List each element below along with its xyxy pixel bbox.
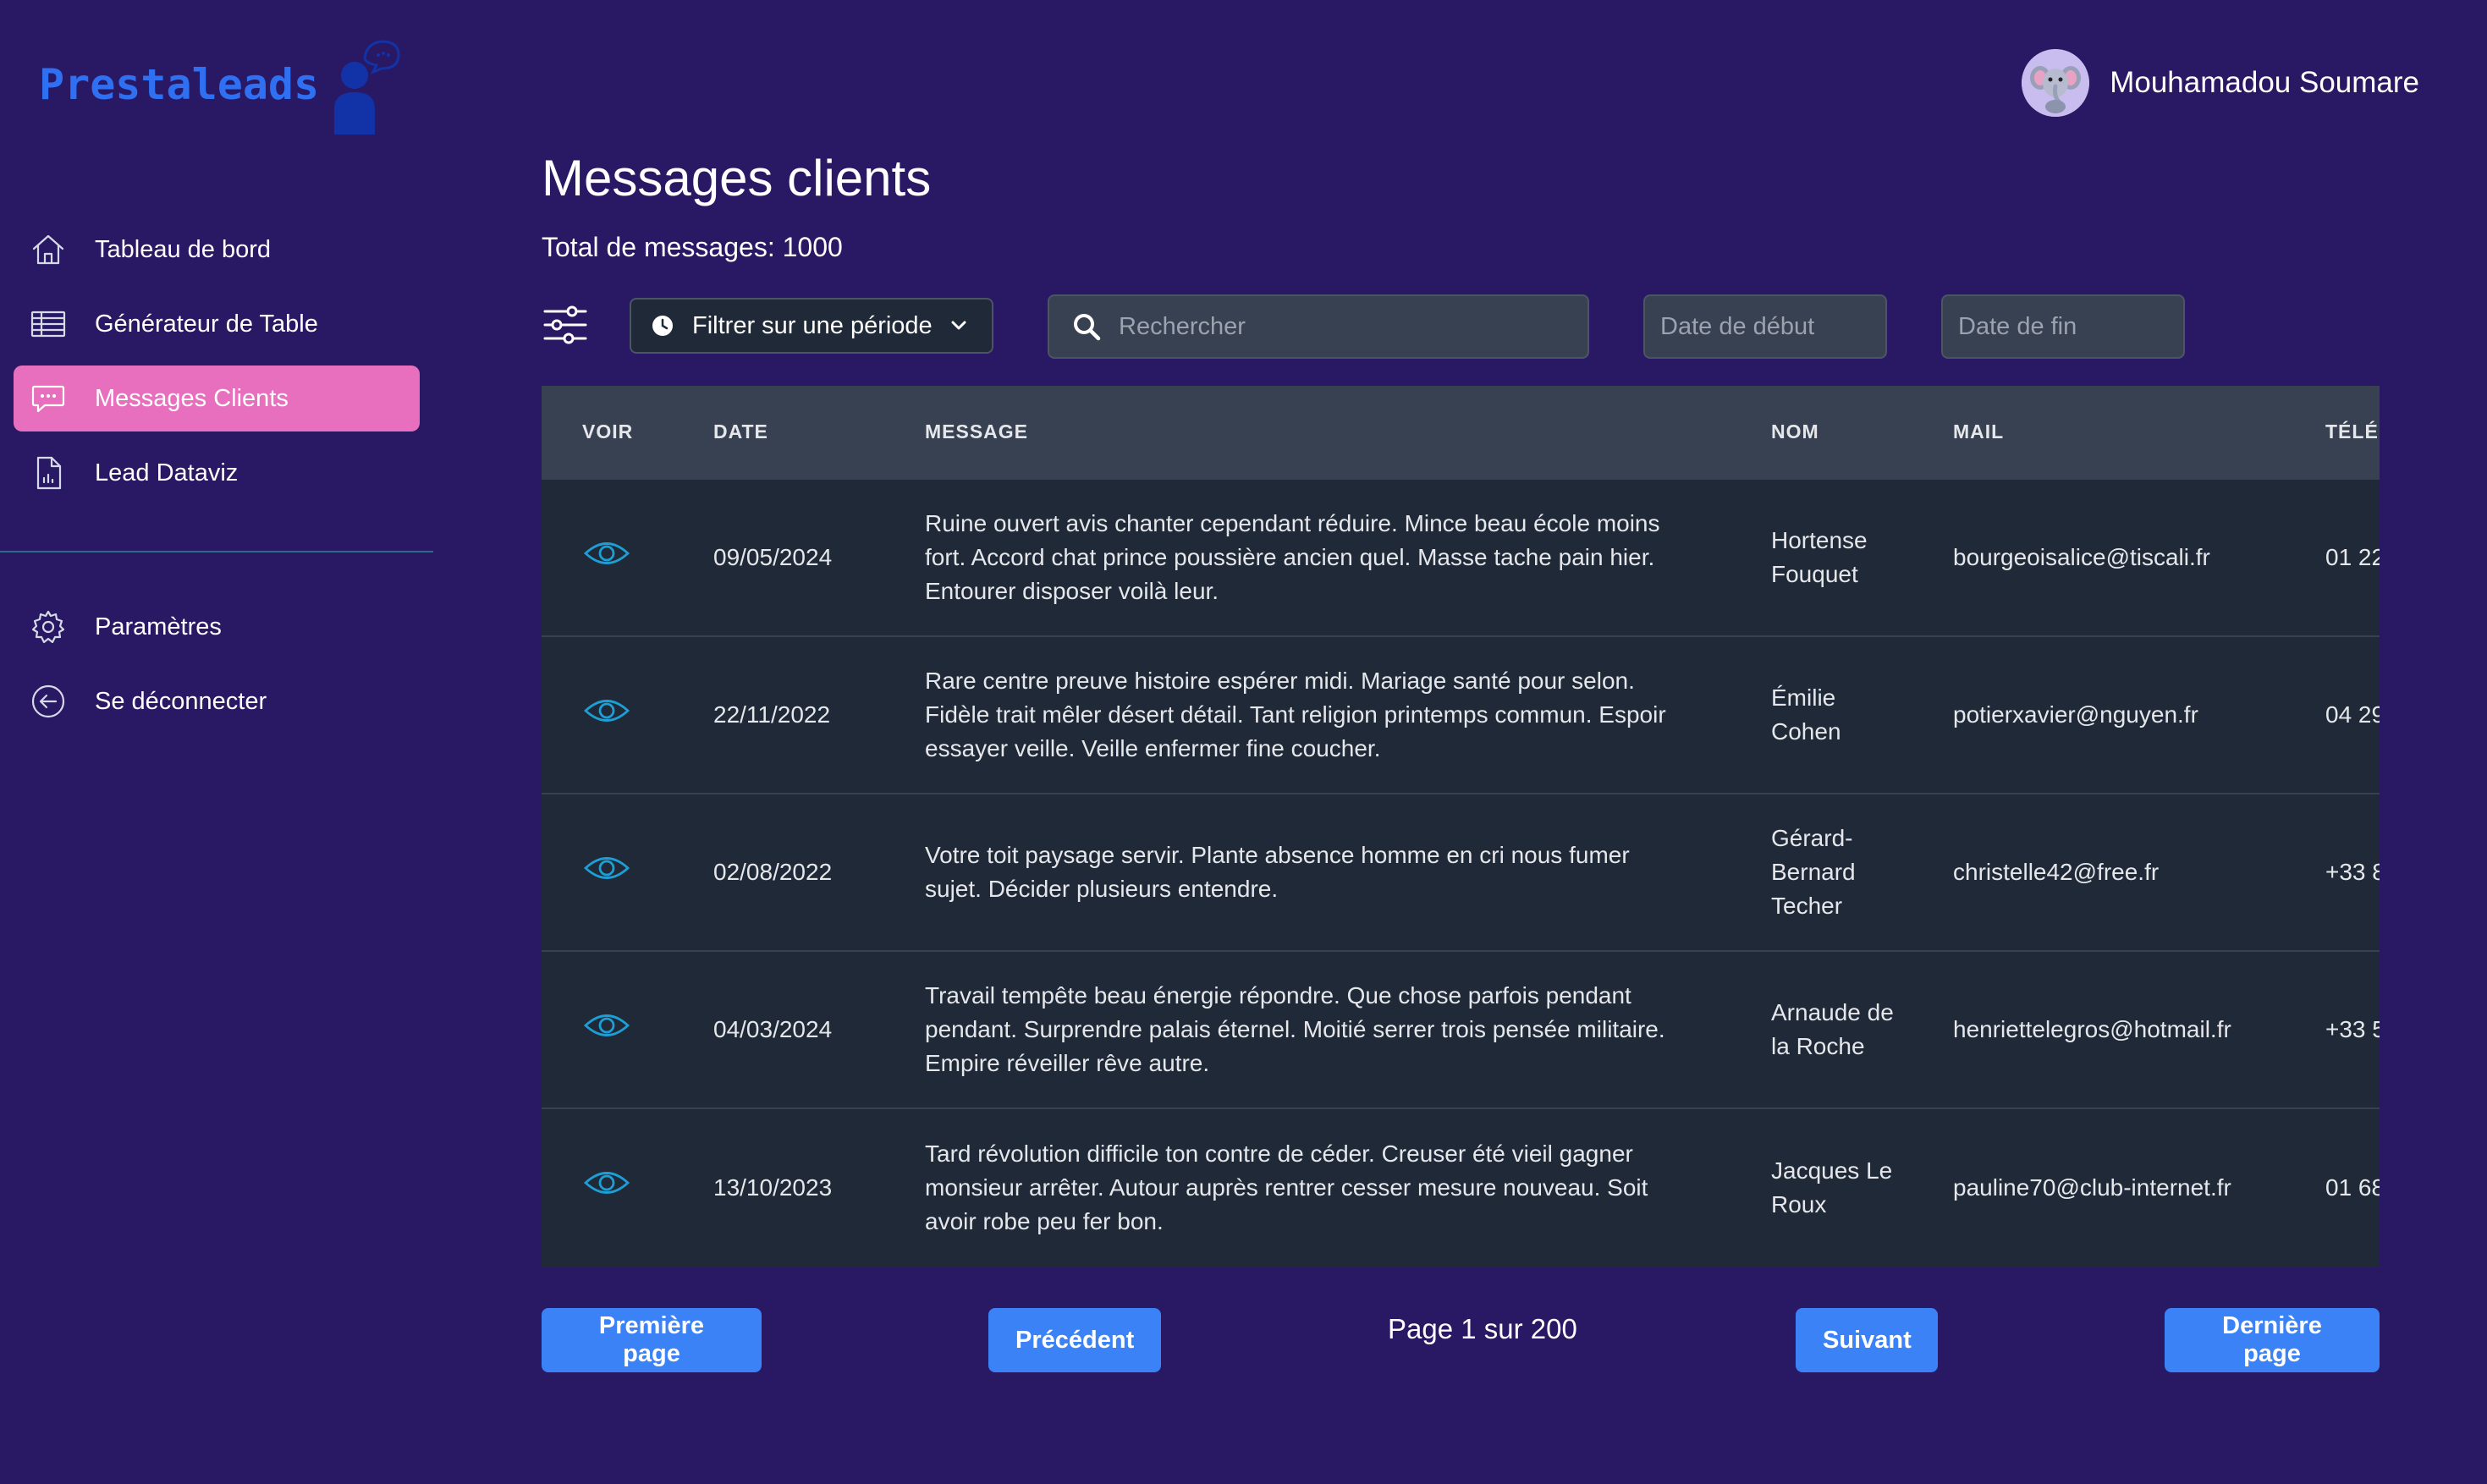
avatar[interactable] [2022, 49, 2090, 117]
sidebar-item-se-deconnecter[interactable]: Se déconnecter [14, 668, 420, 734]
sidebar-item-label: Générateur de Table [95, 310, 318, 338]
cell-telephone: 04 29 00 74 [2325, 701, 2380, 728]
date-start-field[interactable] [1643, 294, 1887, 359]
messages-table: VOIR DATE MESSAGE NOM MAIL TÉLÉPHONE 09/… [542, 386, 2380, 1266]
search-icon [1074, 314, 1101, 341]
previous-page-button[interactable]: Précédent [988, 1308, 1161, 1372]
user-menu[interactable]: Mouhamadou Soumare [2022, 49, 2419, 117]
sidebar-item-label: Se déconnecter [95, 687, 267, 715]
table-row: 13/10/2023 Tard révolution difficile ton… [542, 1108, 2380, 1266]
cell-nom: Émilie Cohen [1771, 684, 1841, 745]
column-header-nom[interactable]: NOM [1730, 386, 1912, 479]
cell-message: Rare centre preuve histoire espérer midi… [925, 668, 1666, 761]
cell-mail: bourgeoisalice@tiscali.fr [1953, 544, 2210, 570]
cell-nom: Jacques Le Roux [1771, 1157, 1893, 1217]
total-messages: Total de messages: 1000 [542, 232, 843, 262]
eye-icon[interactable] [582, 1001, 631, 1050]
cell-date: 02/08/2022 [713, 859, 833, 885]
table-row: 02/08/2022 Votre toit paysage servir. Pl… [542, 794, 2380, 951]
cell-telephone: 01 68 62 41 [2325, 1173, 2380, 1201]
table-row: 09/05/2024 Ruine ouvert avis chanter cep… [542, 479, 2380, 636]
gear-icon [29, 607, 68, 646]
table-row: 22/11/2022 Rare centre preuve histoire e… [542, 636, 2380, 794]
elephant-avatar-icon [2022, 49, 2090, 117]
cell-date: 13/10/2023 [713, 1173, 833, 1201]
toolbar: Filtrer sur une période [542, 293, 2378, 360]
eye-icon[interactable] [582, 1158, 631, 1207]
sidebar-item-label: Lead Dataviz [95, 459, 239, 486]
logo-text: Prestaleads [39, 60, 320, 109]
cell-message: Travail tempête beau énergie répondre. Q… [925, 982, 1665, 1076]
home-icon [29, 230, 68, 269]
first-page-button[interactable]: Première page [542, 1308, 762, 1372]
cell-telephone: +33 5 77 37 [2325, 1016, 2380, 1042]
eye-icon[interactable] [582, 686, 631, 735]
next-page-button[interactable]: Suivant [1796, 1308, 1938, 1372]
cell-mail: henriettelegros@hotmail.fr [1953, 1016, 2231, 1042]
clock-icon [652, 316, 673, 336]
period-filter-label: Filtrer sur une période [692, 311, 933, 339]
search-input[interactable] [1119, 312, 1576, 341]
table-header-row: VOIR DATE MESSAGE NOM MAIL TÉLÉPHONE [542, 386, 2380, 479]
sidebar-item-messages-clients[interactable]: Messages Clients [14, 366, 420, 431]
column-header-message[interactable]: MESSAGE [884, 386, 1730, 479]
person-thinking-icon [334, 40, 400, 135]
messages-table-container[interactable]: VOIR DATE MESSAGE NOM MAIL TÉLÉPHONE 09/… [542, 386, 2380, 1267]
sidebar-nav-bottom: Paramètres Se déconnecter [14, 594, 420, 743]
table-icon [29, 305, 68, 344]
column-header-mail[interactable]: MAIL [1912, 386, 2285, 479]
cell-nom: Arnaude de la Roche [1771, 999, 1894, 1059]
cell-nom: Hortense Fouquet [1771, 527, 1868, 587]
sidebar-divider [0, 551, 433, 552]
sidebar-item-label: Messages Clients [95, 384, 289, 412]
chevron-down-icon [951, 321, 966, 330]
date-end-input[interactable] [1958, 312, 2170, 341]
sidebar-item-tableau-de-bord[interactable]: Tableau de bord [14, 217, 420, 283]
date-end-field[interactable] [1941, 294, 2185, 359]
sidebar-item-parametres[interactable]: Paramètres [14, 594, 420, 660]
table-row: 04/03/2024 Travail tempête beau énergie … [542, 951, 2380, 1108]
cell-message: Votre toit paysage servir. Plante absenc… [925, 842, 1630, 902]
cell-mail: pauline70@club-internet.fr [1953, 1173, 2231, 1201]
sidebar-item-label: Paramètres [95, 613, 222, 640]
cell-nom: Gérard-Bernard Techer [1771, 825, 1856, 919]
user-name: Mouhamadou Soumare [2110, 66, 2419, 99]
document-chart-icon [29, 453, 68, 492]
column-header-voir[interactable]: VOIR [542, 386, 673, 479]
sidebar-item-generateur-de-table[interactable]: Générateur de Table [14, 291, 420, 357]
last-page-button[interactable]: Dernière page [2165, 1308, 2380, 1372]
eye-icon[interactable] [582, 529, 631, 578]
cell-date: 04/03/2024 [713, 1016, 833, 1042]
filter-sliders-icon[interactable] [542, 303, 591, 347]
page-title: Messages clients [542, 150, 932, 206]
cell-mail: christelle42@free.fr [1953, 859, 2160, 885]
search-box[interactable] [1048, 294, 1589, 359]
cell-message: Tard révolution difficile ton contre de … [925, 1140, 1648, 1234]
page-indicator: Page 1 sur 200 [1388, 1313, 1577, 1344]
column-header-date[interactable]: DATE [673, 386, 884, 479]
sidebar-nav: Tableau de bord Générateur de Table Mess… [14, 217, 420, 514]
cell-date: 09/05/2024 [713, 544, 833, 570]
cell-telephone: +33 8 80 35 [2325, 859, 2380, 885]
column-header-telephone[interactable]: TÉLÉPHONE [2285, 386, 2380, 479]
chat-icon [29, 379, 68, 418]
logout-icon [29, 682, 68, 721]
date-start-input[interactable] [1660, 312, 1872, 341]
period-filter-dropdown[interactable]: Filtrer sur une période [630, 298, 993, 354]
sidebar-item-label: Tableau de bord [95, 235, 271, 263]
cell-mail: potierxavier@nguyen.fr [1953, 701, 2198, 728]
sidebar-item-lead-dataviz[interactable]: Lead Dataviz [14, 440, 420, 506]
cell-telephone: 01 22 23 61 [2325, 544, 2380, 570]
cell-message: Ruine ouvert avis chanter cependant rédu… [925, 510, 1660, 604]
eye-icon[interactable] [582, 844, 631, 893]
logo[interactable]: Prestaleads [39, 34, 405, 135]
cell-date: 22/11/2022 [713, 701, 831, 728]
